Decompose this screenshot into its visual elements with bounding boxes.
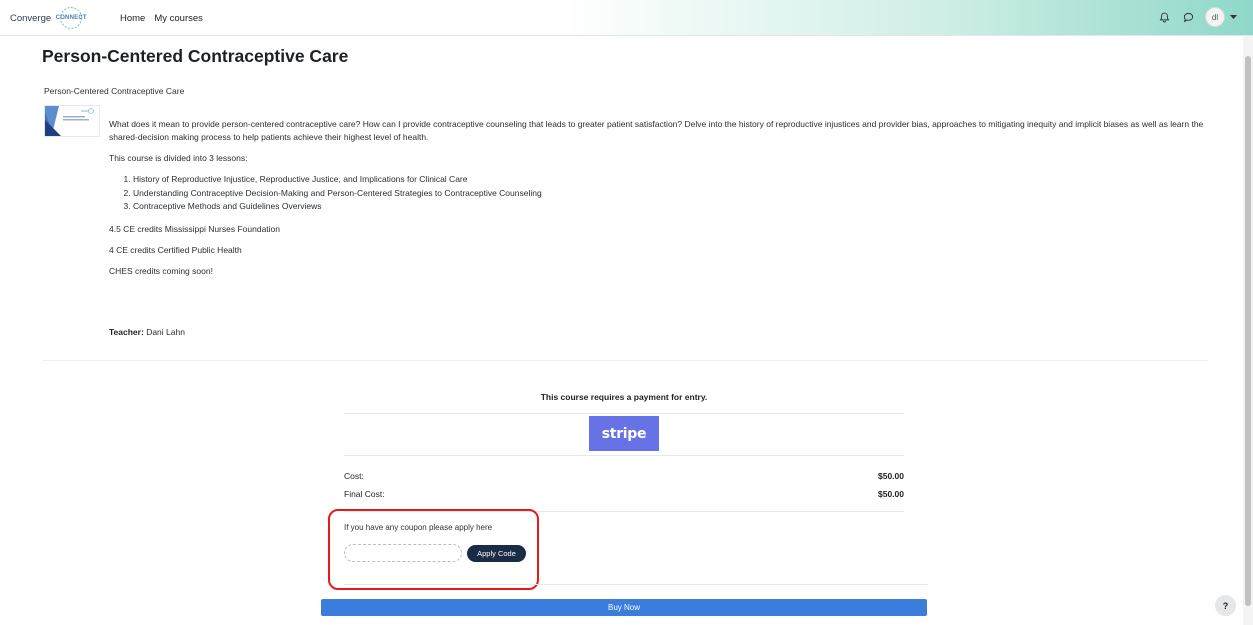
primary-nav: Home My courses <box>120 13 203 24</box>
logo-badge: CONNECT <box>52 6 90 30</box>
course-summary: What does it mean to provide person-cent… <box>109 118 1219 286</box>
final-cost-row: Final Cost: $50.00 <box>344 489 904 499</box>
help-button[interactable]: ? <box>1215 595 1236 616</box>
lesson-list: History of Reproductive Injustice, Repro… <box>133 173 1219 214</box>
page-title: Person-Centered Contraceptive Care <box>42 46 349 66</box>
apply-code-button[interactable]: Apply Code <box>467 545 526 562</box>
summary-lessons-intro: This course is divided into 3 lessons: <box>109 153 248 163</box>
chevron-down-icon[interactable] <box>1229 13 1237 21</box>
top-navbar: Converge CONNECT Home My courses dl <box>0 0 1253 36</box>
payment-divider <box>344 413 904 414</box>
nav-home[interactable]: Home <box>120 13 145 24</box>
bell-icon[interactable] <box>1157 10 1171 24</box>
section-divider <box>42 360 1208 361</box>
list-item: History of Reproductive Injustice, Repro… <box>133 173 1219 187</box>
stripe-button[interactable]: stripe <box>589 416 659 451</box>
coupon-divider <box>344 584 928 585</box>
buy-now-button[interactable]: Buy Now <box>321 599 927 616</box>
credit-line: 4 CE credits Certified Public Health <box>109 244 242 255</box>
final-cost-label: Final Cost: <box>344 489 385 499</box>
list-item: Contraceptive Methods and Guidelines Ove… <box>133 200 1219 214</box>
logo-badge-text: CONNECT <box>55 15 87 21</box>
cost-value: $50.00 <box>878 471 904 481</box>
site-logo[interactable]: Converge CONNECT <box>10 6 90 30</box>
course-teacher: Teacher: Dani Lahn <box>109 327 185 337</box>
page-scrollbar[interactable] <box>1243 36 1253 625</box>
avatar[interactable]: dl <box>1205 7 1225 27</box>
summary-paragraph: What does it mean to provide person-cent… <box>109 119 1204 142</box>
course-thumbnail-icon <box>45 106 94 136</box>
chat-icon[interactable] <box>1181 10 1195 24</box>
list-item: Understanding Contraceptive Decision-Mak… <box>133 187 1219 201</box>
final-cost-value: $50.00 <box>878 489 904 499</box>
cost-row: Cost: $50.00 <box>344 471 904 481</box>
logo-text: Converge <box>10 12 52 24</box>
nav-my-courses[interactable]: My courses <box>154 13 203 24</box>
coupon-input[interactable] <box>344 544 462 562</box>
coupon-prompt: If you have any coupon please apply here <box>344 523 493 532</box>
user-menu-area: dl <box>1157 7 1237 27</box>
course-image <box>44 105 100 137</box>
scrollbar-thumb[interactable] <box>1245 56 1251 606</box>
teacher-name: Dani Lahn <box>146 327 185 337</box>
credit-line: CHES credits coming soon! <box>109 265 213 276</box>
payment-divider <box>344 455 904 456</box>
course-name: Person-Centered Contraceptive Care <box>44 86 185 96</box>
teacher-label: Teacher: <box>109 327 144 337</box>
payment-heading: This course requires a payment for entry… <box>540 392 708 402</box>
cost-label: Cost: <box>344 471 364 481</box>
credit-line: 4.5 CE credits Mississippi Nurses Founda… <box>109 223 281 234</box>
